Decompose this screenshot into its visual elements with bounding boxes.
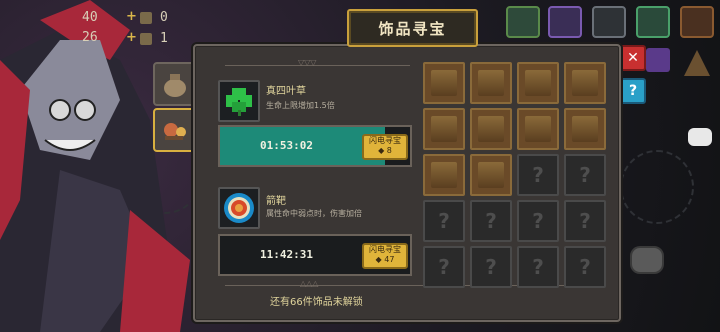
scroll-icon — [525, 116, 551, 142]
resource-count-a: 40 — [82, 10, 98, 25]
treasure-chest-icon[interactable] — [506, 6, 540, 38]
locked-accessory-slot[interactable]: ? — [564, 200, 606, 242]
locked-accessory-slot[interactable]: ? — [423, 246, 465, 288]
accessory-slot[interactable] — [564, 62, 606, 104]
item-1-progress-bar: 01:53:02 闪电寻宝 ◆ 8 — [218, 125, 412, 167]
accessory-slot[interactable] — [423, 154, 465, 196]
panel-title-text: 饰品寻宝 — [378, 19, 447, 38]
tab-accessories[interactable] — [153, 108, 197, 152]
locked-accessory-slot[interactable]: ? — [564, 154, 606, 196]
emote-button[interactable] — [630, 246, 664, 274]
divider-top — [225, 65, 410, 66]
question-mark-icon: ? — [532, 209, 544, 233]
locked-accessory-slot[interactable]: ? — [564, 246, 606, 288]
item-2-flash-hunt-button[interactable]: 闪电寻宝 ◆ 47 — [362, 243, 408, 269]
item-1-flash-hunt-button[interactable]: 闪电寻宝 ◆ 8 — [362, 134, 408, 160]
item-2-progress-bar: 11:42:31 闪电寻宝 ◆ 47 — [218, 234, 412, 276]
item-2-icon-frame[interactable] — [218, 187, 260, 229]
locked-count-text: 还有66件饰品未解锁 — [270, 297, 363, 308]
item-1-timer: 01:53:02 — [260, 139, 313, 152]
item-1-flash-hunt-cost: 8 — [386, 146, 392, 155]
item-1-icon-frame[interactable] — [218, 80, 260, 122]
accessory-slot[interactable] — [423, 62, 465, 104]
accessory-slot[interactable] — [470, 108, 512, 150]
scroll-icon — [478, 116, 504, 142]
question-mark-icon: ? — [579, 209, 591, 233]
question-mark-icon: ? — [532, 163, 544, 187]
material-2-icon — [140, 33, 152, 45]
resource-count-b: 26 — [82, 30, 98, 45]
item-2-description: 属性命中弱点时，伤害加倍 — [266, 209, 362, 218]
locked-accessory-slot[interactable]: ? — [423, 200, 465, 242]
target-icon — [224, 193, 254, 223]
clover-icon — [226, 88, 252, 116]
scroll-icon — [431, 162, 457, 188]
scroll-icon — [431, 116, 457, 142]
accessory-slot[interactable] — [517, 108, 559, 150]
scroll-icon — [431, 70, 457, 96]
accessory-slot[interactable] — [470, 62, 512, 104]
accessory-slot[interactable] — [564, 108, 606, 150]
help-button[interactable]: ? — [620, 78, 646, 104]
scroll-icon — [572, 70, 598, 96]
question-mark-icon: ? — [485, 209, 497, 233]
question-mark-icon: ? — [579, 163, 591, 187]
question-mark-icon: ? — [532, 255, 544, 279]
item-1-description: 生命上限增加1.5倍 — [266, 101, 335, 110]
question-mark-icon: ? — [438, 209, 450, 233]
panel-title: 饰品寻宝 — [347, 9, 478, 47]
item-1-name: 真四叶草 — [266, 86, 306, 97]
item-1-flash-hunt-label: 闪电寻宝 — [369, 136, 401, 145]
question-mark-icon: ? — [579, 255, 591, 279]
shop-cart-icon[interactable] — [592, 6, 626, 38]
accessory-slot[interactable] — [470, 154, 512, 196]
chat-bubble-icon[interactable] — [688, 128, 712, 146]
scroll-icon — [478, 70, 504, 96]
locked-accessory-slot[interactable]: ? — [517, 246, 559, 288]
pot-icon — [164, 74, 186, 97]
question-mark-icon: ? — [438, 255, 450, 279]
material-1-count: 0 — [160, 10, 168, 25]
joystick-ring-right — [620, 150, 694, 224]
gem-cost-icon: ◆ — [375, 255, 382, 264]
close-button[interactable]: ✕ — [620, 45, 646, 71]
locked-accessory-slot[interactable]: ? — [517, 154, 559, 196]
add-resource-1-button[interactable]: + — [126, 9, 137, 24]
backpack-icon[interactable] — [680, 6, 714, 38]
locked-accessory-slot[interactable]: ? — [517, 200, 559, 242]
add-resource-2-button[interactable]: + — [126, 30, 137, 45]
item-2-flash-hunt-cost: 47 — [384, 255, 395, 264]
scroll-icon — [572, 116, 598, 142]
accessory-slot[interactable] — [423, 108, 465, 150]
item-2-flash-hunt-label: 闪电寻宝 — [369, 245, 401, 254]
item-2-name: 箭靶 — [266, 196, 286, 207]
item-2-timer: 11:42:31 — [260, 248, 313, 261]
accessory-slot[interactable] — [517, 62, 559, 104]
question-mark-icon: ? — [485, 255, 497, 279]
locked-accessory-slot[interactable]: ? — [470, 246, 512, 288]
material-1-icon — [140, 12, 152, 24]
tab-pots[interactable] — [153, 62, 197, 106]
gem-icon[interactable] — [548, 6, 582, 38]
scroll-icon — [478, 162, 504, 188]
gem-cost-icon: ◆ — [378, 146, 385, 155]
scroll-icon — [525, 70, 551, 96]
locked-accessory-slot[interactable]: ? — [470, 200, 512, 242]
divider-ornament-top: ▽▽▽ — [298, 58, 317, 67]
material-2-count: 1 — [160, 31, 168, 46]
gift-icon[interactable] — [646, 48, 670, 72]
trinket-icon — [164, 123, 186, 140]
divider-ornament-bottom: △△△ — [300, 279, 319, 288]
menu-list-icon[interactable] — [636, 6, 670, 38]
